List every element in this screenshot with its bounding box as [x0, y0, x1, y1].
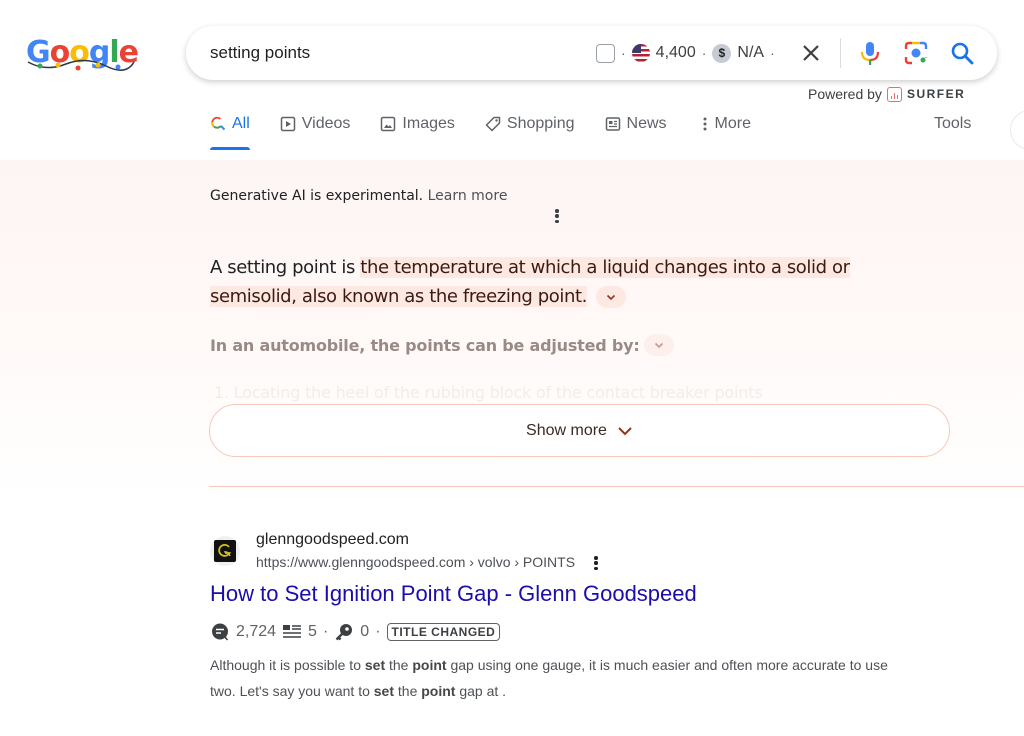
tab-more[interactable]: More	[697, 110, 751, 138]
expand-source-button[interactable]	[596, 286, 627, 308]
cpc-value: N/A	[737, 44, 765, 61]
result-url[interactable]: https://www.glenngoodspeed.com › volvo ›…	[256, 554, 575, 570]
tab-all[interactable]: All	[210, 110, 250, 150]
tab-videos[interactable]: Videos	[280, 110, 351, 138]
keywords-count: 0	[360, 623, 370, 640]
more-options-icon[interactable]	[551, 207, 563, 225]
snippet-text: Although it is possible to	[210, 657, 365, 673]
search-icon	[211, 116, 226, 131]
favicon-logo-icon	[214, 540, 236, 562]
more-vert-icon	[703, 117, 707, 131]
list-item: 1. Locating the heel of the rubbing bloc…	[214, 383, 763, 402]
result-snippet: Although it is possible to set the point…	[210, 652, 910, 704]
powered-by-label: Powered by	[808, 86, 882, 102]
separator: ·	[322, 623, 329, 640]
surfer-logo-icon	[886, 86, 902, 102]
dollar-icon: $	[712, 43, 732, 63]
snippet-bold: set	[364, 657, 386, 673]
keyword-checkbox[interactable]	[596, 43, 615, 63]
us-flag-icon	[631, 44, 650, 62]
surfer-brand: SURFER	[906, 87, 966, 101]
ai-subheading: In an automobile, the points can be adju…	[210, 334, 674, 356]
ai-answer: A setting point is the temperature at wh…	[210, 253, 940, 311]
tab-label: Videos	[301, 115, 351, 132]
search-volume: 4,400	[655, 44, 696, 61]
tag-icon	[485, 116, 501, 132]
separator: ·	[770, 45, 775, 61]
snippet-text: the	[385, 657, 413, 673]
snippet-text: the	[394, 683, 422, 699]
separator: ·	[375, 623, 381, 640]
show-more-label: Show more	[526, 421, 607, 439]
tab-news[interactable]: News	[605, 110, 667, 138]
result-title-link[interactable]: How to Set Ignition Point Gap - Glenn Go…	[210, 581, 697, 607]
google-doodle-logo[interactable]: Google	[26, 36, 139, 76]
word-count-icon	[212, 623, 229, 641]
learn-more-link[interactable]: Learn more	[428, 188, 508, 204]
ai-disclaimer: Generative AI is experimental. Learn mor…	[210, 188, 507, 204]
chevron-down-icon	[607, 294, 616, 300]
title-changed-badge: TITLE CHANGED	[386, 623, 501, 641]
snippet-bold: point	[421, 683, 456, 699]
powered-by-surfer[interactable]: Powered by SURFER	[808, 86, 965, 102]
search-box: · 4,400 · $ N/A ·	[186, 26, 997, 80]
snippet-bold: point	[412, 657, 447, 673]
snippet-text: gap at .	[455, 683, 507, 699]
tab-label: News	[626, 115, 667, 132]
word-count: 2,724	[236, 623, 277, 640]
tab-label: All	[232, 115, 250, 132]
tab-label: Images	[402, 115, 455, 132]
safesearch-toggle[interactable]	[1010, 110, 1024, 150]
image-icon	[381, 116, 396, 132]
show-more-button[interactable]: Show more	[209, 404, 950, 457]
clear-icon[interactable]	[798, 40, 824, 66]
chevron-down-icon	[654, 342, 663, 348]
snippet-bold: set	[373, 683, 394, 699]
tools-button[interactable]: Tools	[934, 110, 971, 138]
disclaimer-text: Generative AI is experimental.	[210, 188, 424, 204]
key-icon	[335, 624, 353, 641]
result-seo-metrics: 2,724 5 · 0 · TITLE CHANGED	[210, 621, 501, 643]
result-more-icon[interactable]	[591, 554, 601, 572]
chevron-down-icon	[618, 426, 632, 435]
search-input[interactable]	[210, 26, 570, 80]
search-icon[interactable]	[948, 39, 976, 67]
google-lens-icon[interactable]	[902, 39, 930, 67]
headings-count: 5	[308, 623, 317, 640]
headings-icon	[283, 625, 302, 638]
surfer-keyword-stats: · 4,400 · $ N/A ·	[596, 26, 775, 80]
divider	[840, 38, 841, 68]
result-site-name[interactable]: glenngoodspeed.com	[256, 531, 409, 549]
search-tabs: All Videos Images Shopping News More	[210, 110, 781, 150]
site-favicon[interactable]	[210, 536, 240, 566]
tab-label: Shopping	[506, 115, 575, 132]
subheading-text: In an automobile, the points can be adju…	[210, 335, 640, 355]
play-icon	[280, 116, 296, 132]
tab-images[interactable]: Images	[380, 110, 455, 138]
separator: ·	[701, 45, 707, 61]
newspaper-icon	[605, 117, 620, 131]
expand-source-button[interactable]	[643, 334, 674, 356]
holiday-lights-icon	[27, 59, 135, 71]
answer-prefix: A setting point is	[210, 257, 361, 278]
tab-shopping[interactable]: Shopping	[485, 110, 575, 138]
tab-label: More	[714, 115, 751, 132]
separator: ·	[621, 45, 626, 61]
microphone-icon[interactable]	[856, 39, 884, 67]
section-divider	[209, 486, 1024, 487]
